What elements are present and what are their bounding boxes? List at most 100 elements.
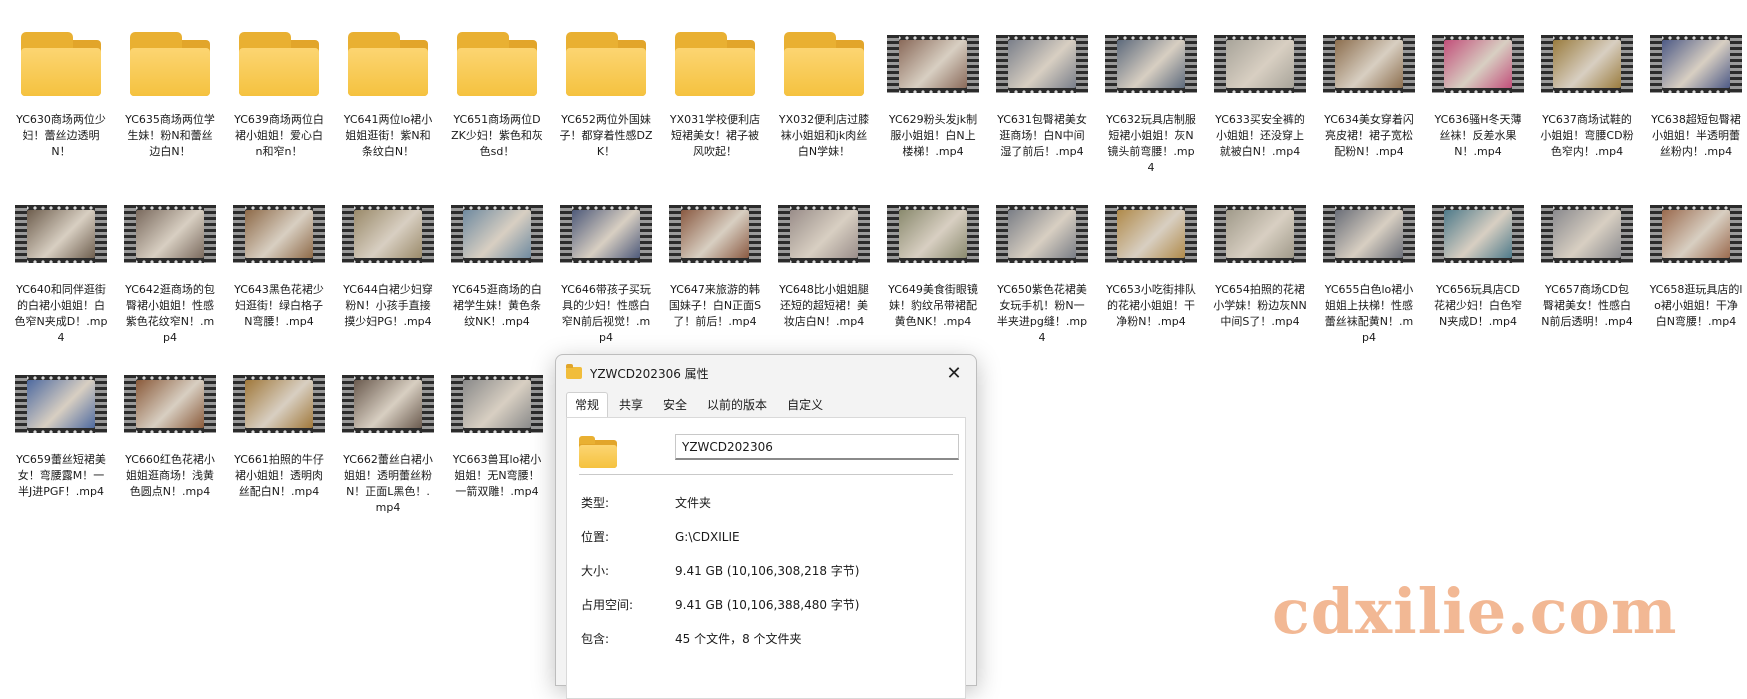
video-file-item[interactable]: YC645逛商场的白裙学生妹！黄色条纹NK！.mp4 — [448, 192, 546, 330]
size-on-disk-key: 占用空间: — [581, 598, 634, 612]
video-thumbnail-icon — [1102, 192, 1200, 276]
file-name: YC658逛玩具店的lo裙小姐姐！干净白N弯腰！.mp4 — [1649, 283, 1743, 328]
video-file-item[interactable]: YC663兽耳lo裙小姐姐！无N弯腰！一箭双雕！.mp4 — [448, 362, 546, 500]
video-thumbnail-icon — [12, 362, 110, 446]
video-file-item[interactable]: YC642逛商场的包臀裙小姐姐！性感紫色花纹窄N！.mp4 — [121, 192, 219, 346]
tab-security[interactable]: 安全 — [654, 392, 696, 417]
file-name: YC633买安全裤的小姐姐！还没穿上就被白N！.mp4 — [1215, 113, 1305, 158]
video-file-item[interactable]: YC658逛玩具店的lo裙小姐姐！干净白N弯腰！.mp4 — [1647, 192, 1745, 330]
type-row: 类型: 文件夹 — [581, 494, 711, 511]
video-thumbnail-icon — [1538, 192, 1636, 276]
video-file-item[interactable]: YC634美女穿着闪亮皮裙！裙子宽松配粉N！.mp4 — [1320, 22, 1418, 160]
size-on-disk-value: 9.41 GB (10,106,388,480 字节) — [675, 598, 860, 612]
contains-row: 包含: 45 个文件，8 个文件夹 — [581, 630, 802, 647]
video-file-item[interactable]: YC638超短包臀裙小姐姐！半透明蕾丝粉内！.mp4 — [1647, 22, 1745, 160]
folder-item[interactable]: YX032便利店过膝袜小姐姐和jk肉丝白N学妹！ — [775, 22, 873, 160]
video-thumbnail-icon — [1538, 22, 1636, 106]
video-thumbnail-icon — [1102, 22, 1200, 106]
video-file-item[interactable]: YC659蕾丝短裙美女！弯腰露M！一半J进PGF！.mp4 — [12, 362, 110, 500]
folder-name: YX031学校便利店短裙美女！裙子被风吹起！ — [669, 113, 761, 158]
video-thumbnail-icon — [775, 192, 873, 276]
file-name: YC650紫色花裙美女玩手机！粉N一半夹进pg缝！.mp4 — [996, 283, 1088, 344]
video-thumbnail-icon — [1211, 22, 1309, 106]
dialog-tabs: 常规 共享 安全 以前的版本 自定义 — [556, 391, 976, 417]
video-file-item[interactable]: YC650紫色花裙美女玩手机！粉N一半夹进pg缝！.mp4 — [993, 192, 1091, 346]
video-file-item[interactable]: YC656玩具店CD花裙少妇！白色窄N夹成D！.mp4 — [1429, 192, 1527, 330]
video-thumbnail-icon — [993, 192, 1091, 276]
folder-icon — [666, 22, 764, 106]
contains-key: 包含: — [581, 632, 610, 646]
video-file-item[interactable]: YC649美食街眼镜妹！豹纹吊带裙配黄色NK！.mp4 — [884, 192, 982, 330]
video-thumbnail-icon — [557, 192, 655, 276]
folder-name: YC641两位lo裙小姐姐逛街！紫N和条纹白N！ — [343, 113, 433, 158]
tab-sharing[interactable]: 共享 — [610, 392, 652, 417]
video-thumbnail-icon — [666, 192, 764, 276]
file-name: YC646带孩子买玩具的少妇！性感白窄N前后视觉！.mp4 — [561, 283, 651, 344]
folder-icon — [775, 22, 873, 106]
tab-general[interactable]: 常规 — [566, 392, 609, 417]
video-file-item[interactable]: YC655白色lo裙小姐姐上扶梯！性感蕾丝袜配黄N！.mp4 — [1320, 192, 1418, 346]
folder-item[interactable]: YC652两位外国妹子！都穿着性感DZK！ — [557, 22, 655, 160]
location-key: 位置: — [581, 530, 610, 544]
tab-customize[interactable]: 自定义 — [778, 392, 832, 417]
video-thumbnail-icon — [1429, 22, 1527, 106]
video-file-item[interactable]: YC653小吃街排队的花裙小姐姐！干净粉N！.mp4 — [1102, 192, 1200, 330]
file-name: YC659蕾丝短裙美女！弯腰露M！一半J进PGF！.mp4 — [16, 453, 106, 498]
file-name: YC653小吃街排队的花裙小姐姐！干净粉N！.mp4 — [1106, 283, 1196, 328]
video-file-item[interactable]: YC643黑色花裙少妇逛街！绿白格子N弯腰！.mp4 — [230, 192, 328, 330]
file-name: YC638超短包臀裙小姐姐！半透明蕾丝粉内！.mp4 — [1651, 113, 1741, 158]
folder-name: YX032便利店过膝袜小姐姐和jk肉丝白N学妹！ — [778, 113, 870, 158]
video-file-item[interactable]: YC647来旅游的韩国妹子！白N正面S了！前后！.mp4 — [666, 192, 764, 330]
folder-icon — [566, 364, 582, 379]
file-name: YC656玩具店CD花裙少妇！白色窄N夹成D！.mp4 — [1434, 283, 1522, 328]
video-file-item[interactable]: YC662蕾丝白裙小姐姐！透明蕾丝粉N！正面L黑色！.mp4 — [339, 362, 437, 516]
dialog-titlebar[interactable]: YZWCD202306 属性 — [556, 355, 976, 391]
size-row: 大小: 9.41 GB (10,106,308,218 字节) — [581, 562, 859, 579]
video-file-item[interactable]: YC640和同伴逛街的白裙小姐姐！白色窄N夹成D！.mp4 — [12, 192, 110, 346]
file-name: YC663兽耳lo裙小姐姐！无N弯腰！一箭双雕！.mp4 — [452, 453, 542, 498]
file-name: YC643黑色花裙少妇逛街！绿白格子N弯腰！.mp4 — [234, 283, 324, 328]
video-thumbnail-icon — [448, 362, 546, 446]
folder-item[interactable]: YC635商场两位学生妹！粉N和蕾丝边白N！ — [121, 22, 219, 160]
folder-item[interactable]: YC651商场两位DZK少妇！紫色和灰色sd！ — [448, 22, 546, 160]
folder-item[interactable]: YC639商场两位白裙小姐姐！爱心白n和窄n！ — [230, 22, 328, 160]
video-file-item[interactable]: YC648比小姐姐腿还短的超短裙！美妆店白N！.mp4 — [775, 192, 873, 330]
video-file-item[interactable]: YC654拍照的花裙小学妹！粉边灰NN中间S了！.mp4 — [1211, 192, 1309, 330]
file-name: YC640和同伴逛街的白裙小姐姐！白色窄N夹成D！.mp4 — [14, 283, 108, 344]
video-file-item[interactable]: YC661拍照的牛仔裙小姐姐！透明肉丝配白N！.mp4 — [230, 362, 328, 500]
video-file-item[interactable]: YC657商场CD包臀裙美女！性感白N前后透明！.mp4 — [1538, 192, 1636, 330]
type-key: 类型: — [581, 496, 610, 510]
video-file-item[interactable]: YC632玩具店制服短裙小姐姐！灰N镜头前弯腰！.mp4 — [1102, 22, 1200, 176]
video-file-item[interactable]: YC660红色花裙小姐姐逛商场！浅黄色圆点N！.mp4 — [121, 362, 219, 500]
folder-item[interactable]: YC630商场两位少妇！蕾丝边透明N！ — [12, 22, 110, 160]
file-name: YC642逛商场的包臀裙小姐姐！性感紫色花纹窄N！.mp4 — [125, 283, 215, 344]
folder-icon — [579, 434, 619, 468]
video-thumbnail-icon — [121, 192, 219, 276]
file-name: YC655白色lo裙小姐姐上扶梯！性感蕾丝袜配黄N！.mp4 — [1324, 283, 1414, 344]
video-file-item[interactable]: YC637商场试鞋的小姐姐！弯腰CD粉色窄内！.mp4 — [1538, 22, 1636, 160]
video-file-item[interactable]: YC646带孩子买玩具的少妇！性感白窄N前后视觉！.mp4 — [557, 192, 655, 346]
video-thumbnail-icon — [448, 192, 546, 276]
video-file-item[interactable]: YC633买安全裤的小姐姐！还没穿上就被白N！.mp4 — [1211, 22, 1309, 160]
folder-name-input[interactable]: YZWCD202306 — [675, 434, 959, 460]
video-file-item[interactable]: YC629粉头发jk制服小姐姐！白N上楼梯！.mp4 — [884, 22, 982, 160]
video-thumbnail-icon — [1320, 192, 1418, 276]
contains-value: 45 个文件，8 个文件夹 — [675, 632, 802, 646]
folder-item[interactable]: YX031学校便利店短裙美女！裙子被风吹起！ — [666, 22, 764, 160]
file-name: YC649美食街眼镜妹！豹纹吊带裙配黄色NK！.mp4 — [888, 283, 978, 328]
close-button[interactable]: ✕ — [940, 359, 968, 387]
file-name: YC657商场CD包臀裙美女！性感白N前后透明！.mp4 — [1541, 283, 1633, 328]
file-name: YC632玩具店制服短裙小姐姐！灰N镜头前弯腰！.mp4 — [1106, 113, 1196, 174]
file-name: YC648比小姐姐腿还短的超短裙！美妆店白N！.mp4 — [779, 283, 869, 328]
video-file-item[interactable]: YC631包臀裙美女逛商场！白N中间湿了前后！.mp4 — [993, 22, 1091, 160]
file-name: YC645逛商场的白裙学生妹！黄色条纹NK！.mp4 — [452, 283, 542, 328]
video-file-item[interactable]: YC636骚H冬天薄丝袜！反差水果N！.mp4 — [1429, 22, 1527, 160]
video-file-item[interactable]: YC644白裙少妇穿粉N！小孩手直接摸少妇PG！.mp4 — [339, 192, 437, 330]
dialog-title: YZWCD202306 属性 — [590, 366, 709, 381]
tab-previous-versions[interactable]: 以前的版本 — [698, 392, 776, 417]
folder-item[interactable]: YC641两位lo裙小姐姐逛街！紫N和条纹白N！ — [339, 22, 437, 160]
location-row: 位置: G:\CDXILIE — [581, 528, 740, 545]
file-name: YC636骚H冬天薄丝袜！反差水果N！.mp4 — [1434, 113, 1522, 158]
folder-icon — [12, 22, 110, 106]
video-thumbnail-icon — [884, 22, 982, 106]
